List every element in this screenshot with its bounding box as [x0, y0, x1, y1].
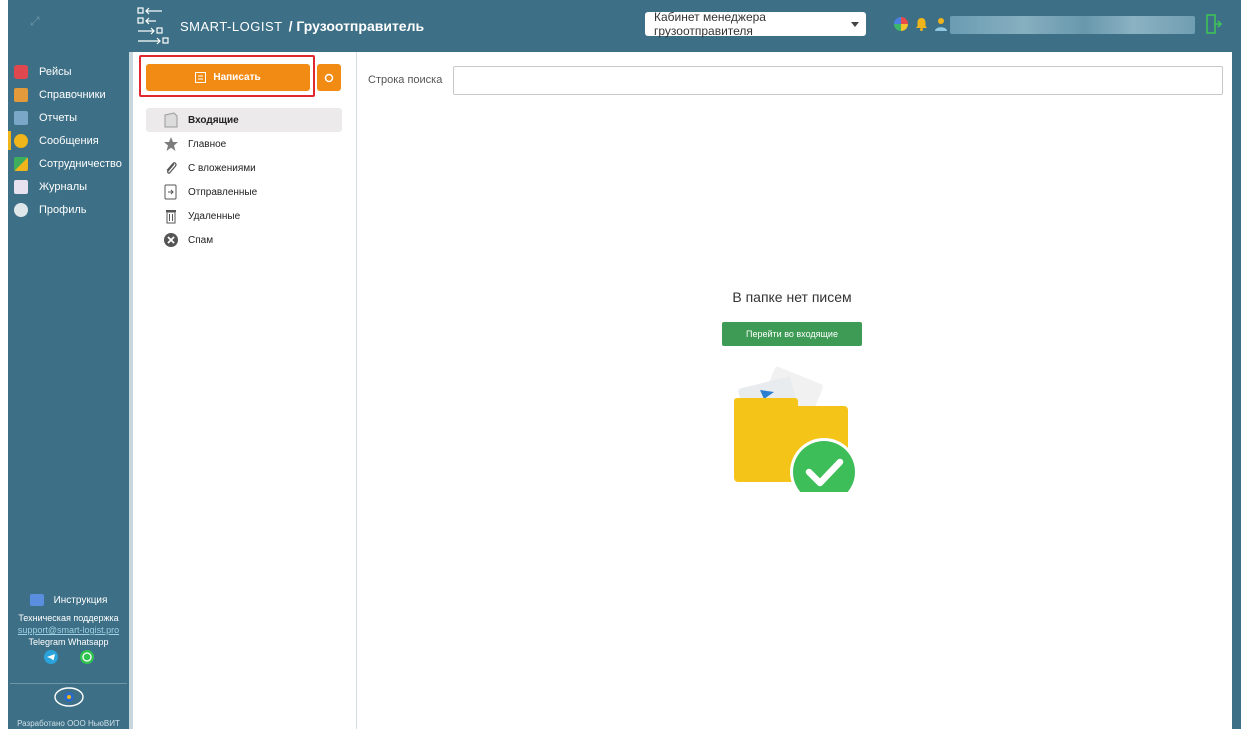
- cabinet-select-value: Кабинет менеджера грузоотправителя: [654, 10, 766, 38]
- sidebar-collapse-area[interactable]: ⤢: [8, 0, 129, 52]
- color-wheel-icon[interactable]: [894, 17, 908, 31]
- sidebar-item-label: Справочники: [39, 88, 106, 101]
- folder-important[interactable]: Главное: [146, 132, 342, 156]
- search-label: Строка поиска: [368, 74, 443, 86]
- instruction-link[interactable]: Инструкция: [8, 594, 129, 606]
- brand-logo-icon: [137, 7, 169, 45]
- developer-credit: Разработано ООО НьюВИТ: [17, 719, 120, 728]
- inbox-icon: [163, 112, 179, 128]
- handshake-icon: [14, 156, 28, 171]
- go-to-inbox-button[interactable]: Перейти во входящие: [722, 322, 862, 346]
- folder-sent[interactable]: Отправленные: [146, 180, 342, 204]
- sidebar-item-reports[interactable]: Отчеты: [14, 106, 129, 129]
- header-icons: [894, 17, 947, 31]
- sidebar-item-messages[interactable]: Сообщения: [8, 129, 129, 152]
- sidebar-item-journals[interactable]: Журналы: [14, 175, 129, 198]
- chevron-down-icon: [851, 22, 859, 27]
- whatsapp-icon[interactable]: [79, 650, 94, 664]
- folder-deleted[interactable]: Удаленные: [146, 204, 342, 228]
- brand: SMART-LOGIST / Грузоотправитель: [136, 6, 424, 46]
- expand-icon[interactable]: ⤢: [30, 14, 40, 29]
- folder-attachments[interactable]: С вложениями: [146, 156, 342, 180]
- compose-button[interactable]: Написать: [146, 64, 310, 91]
- sidebar-item-label: Отчеты: [39, 111, 78, 124]
- trash-icon: [163, 208, 179, 224]
- journal-icon: [14, 179, 28, 194]
- sidebar-item-label: Сообщения: [39, 134, 99, 147]
- envelope-icon: [14, 133, 28, 148]
- user-icon[interactable]: [935, 17, 947, 31]
- trucks-icon: [14, 64, 28, 79]
- newvit-eye-icon: [53, 687, 84, 707]
- sidebar-item-trips[interactable]: Рейсы: [14, 60, 129, 83]
- partner-logo: [8, 686, 129, 711]
- empty-folder-illustration: [734, 366, 858, 492]
- star-icon: [163, 136, 179, 152]
- folder-label: С вложениями: [188, 162, 256, 174]
- logout-icon[interactable]: [1206, 14, 1222, 34]
- sidebar-item-cooperation[interactable]: Сотрудничество: [14, 152, 129, 175]
- empty-folder-text: В папке нет писем: [732, 289, 852, 305]
- folder-inbox[interactable]: Входящие: [146, 108, 342, 132]
- bell-icon[interactable]: [915, 17, 928, 31]
- search-input[interactable]: [453, 66, 1223, 95]
- spam-icon: [163, 232, 179, 248]
- folder-list: Входящие Главное С вложениями Отправленн…: [146, 108, 342, 252]
- paperclip-icon: [163, 160, 179, 176]
- telegram-icon[interactable]: [43, 650, 58, 664]
- sidebar-nav: Рейсы Справочники Отчеты Сообщения Сотру…: [8, 60, 129, 221]
- window-edge: [0, 0, 8, 729]
- sidebar-item-label: Профиль: [39, 203, 87, 216]
- sidebar-footer-divider: [10, 683, 127, 684]
- page-title: / Грузоотправитель: [288, 18, 425, 34]
- support-title: Техническая поддержка: [18, 613, 119, 623]
- user-icon: [14, 202, 28, 217]
- support-email-link[interactable]: support@smart-logist.pro: [18, 625, 119, 635]
- right-edge-strip: [1232, 0, 1241, 729]
- sent-icon: [163, 184, 179, 200]
- sidebar-item-profile[interactable]: Профиль: [14, 198, 129, 221]
- folder-label: Удаленные: [188, 210, 241, 222]
- sidebar-item-label: Рейсы: [39, 65, 72, 78]
- sidebar-item-references[interactable]: Справочники: [14, 83, 129, 106]
- refresh-button[interactable]: [317, 64, 341, 91]
- user-account-info[interactable]: [950, 16, 1195, 34]
- folder-label: Спам: [188, 234, 214, 246]
- chart-icon: [14, 110, 28, 125]
- cabinet-select[interactable]: Кабинет менеджера грузоотправителя: [645, 10, 866, 38]
- instruction-label: Инструкция: [53, 594, 108, 606]
- sidebar-item-label: Сотрудничество: [39, 157, 122, 170]
- messenger-icons: [8, 650, 129, 664]
- compose-button-label: Написать: [213, 72, 261, 83]
- folder-spam[interactable]: Спам: [146, 228, 342, 252]
- folder-label: Входящие: [188, 114, 239, 126]
- folder-label: Главное: [188, 138, 227, 150]
- messenger-labels: Telegram Whatsapp: [28, 637, 109, 647]
- compose-icon: [195, 72, 207, 83]
- folder-label: Отправленные: [188, 186, 258, 198]
- sidebar-footer: Инструкция Техническая поддержка support…: [8, 594, 129, 664]
- refresh-icon: [324, 73, 334, 82]
- book-icon: [14, 87, 28, 102]
- download-icon: [29, 594, 44, 606]
- sidebar-item-label: Журналы: [39, 180, 88, 193]
- brand-name: SMART-LOGIST: [180, 18, 283, 34]
